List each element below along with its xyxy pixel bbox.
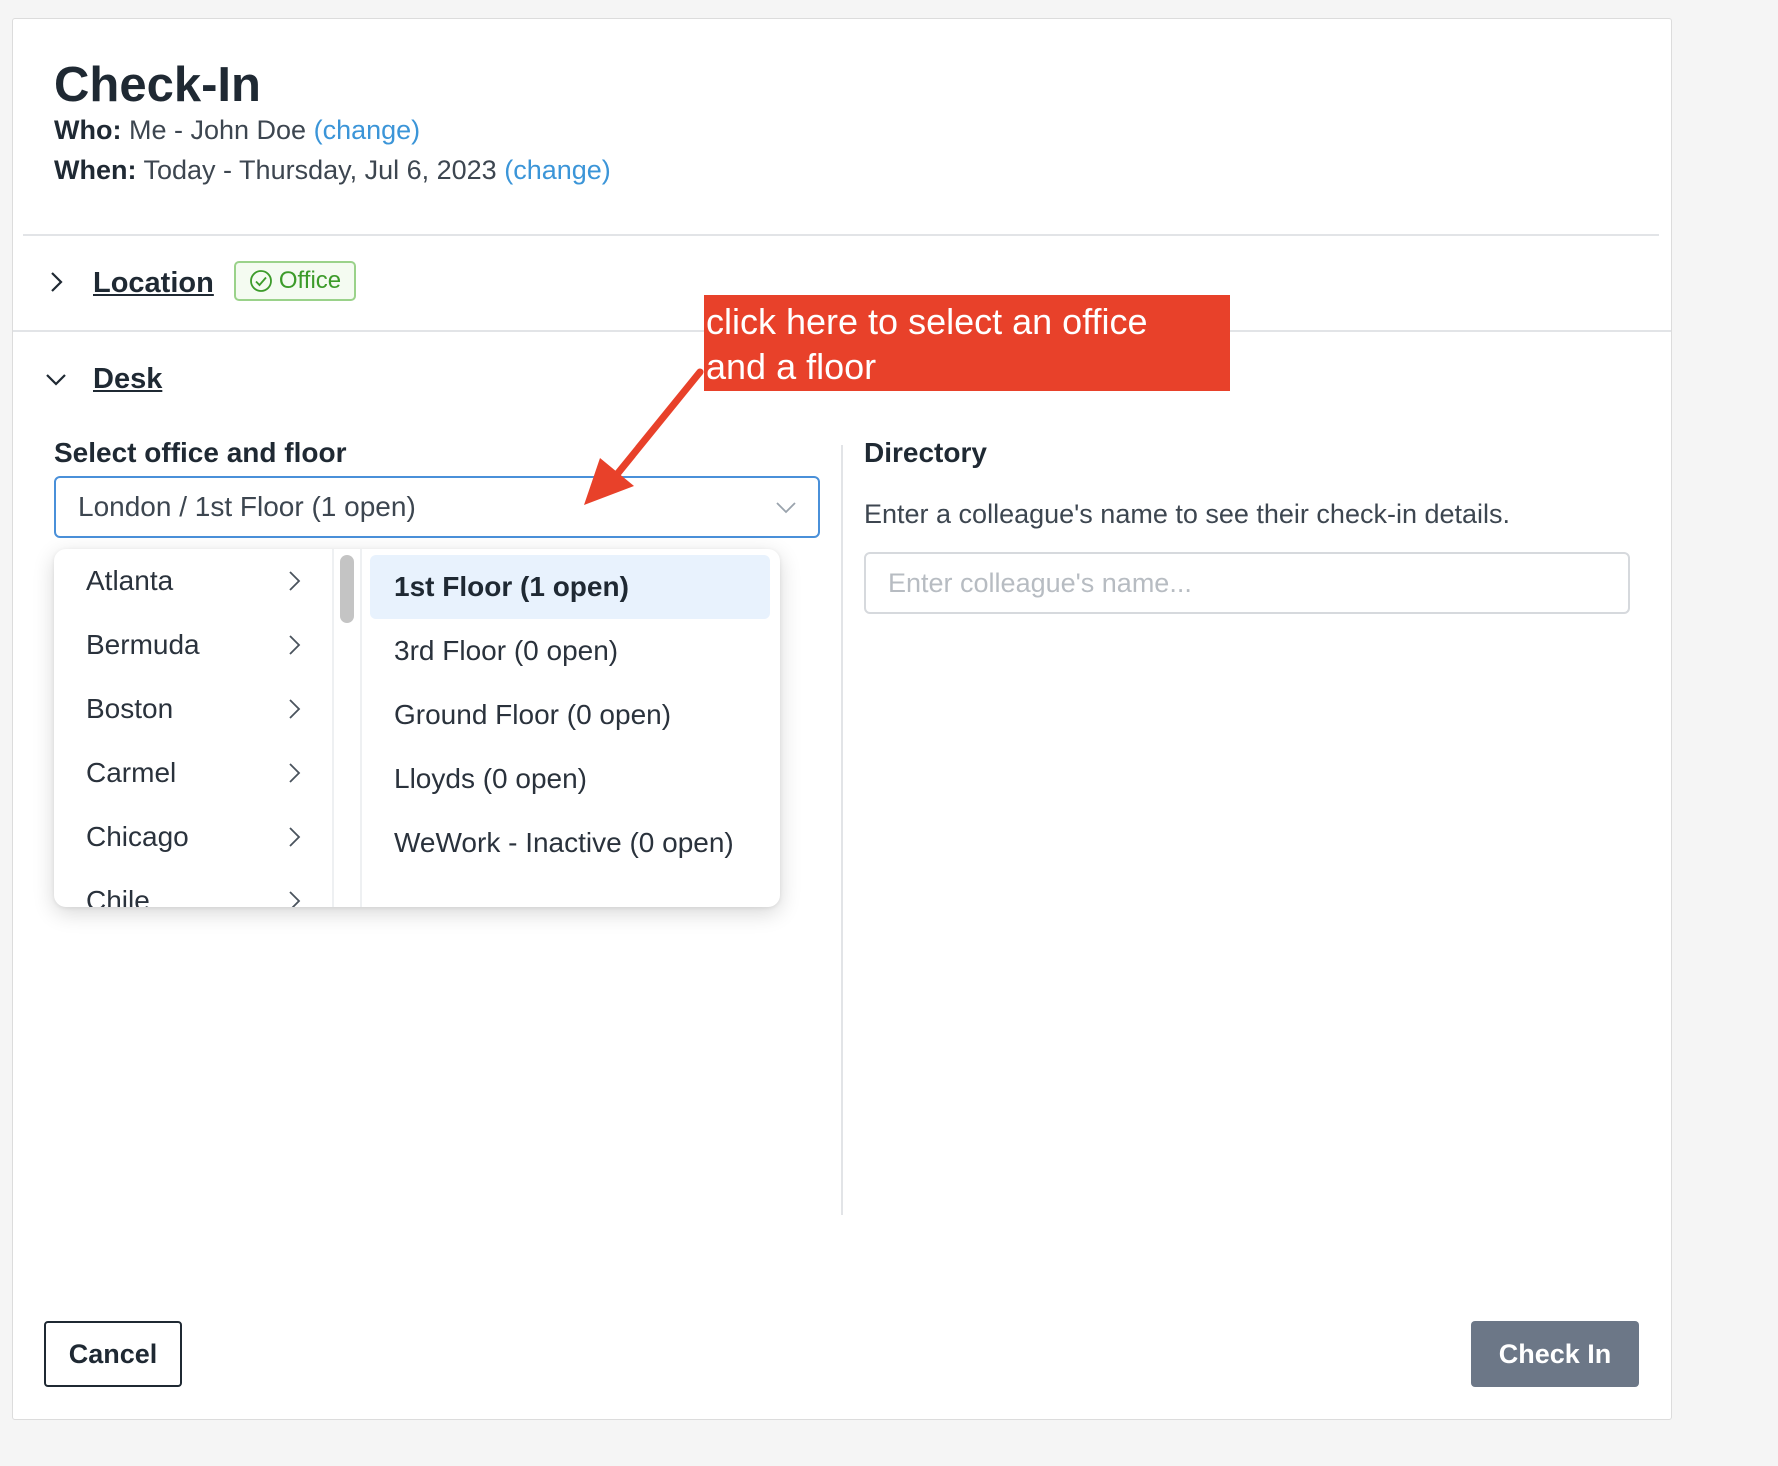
city-option-label: Chicago bbox=[86, 821, 189, 852]
chevron-right-icon bbox=[289, 763, 301, 783]
select-office-label: Select office and floor bbox=[54, 437, 347, 468]
annotation-line-1: click here to select an office bbox=[706, 301, 1148, 342]
check-in-button[interactable]: Check In bbox=[1471, 1321, 1639, 1387]
floor-option[interactable]: 3rd Floor (0 open) bbox=[370, 619, 770, 683]
cancel-button[interactable]: Cancel bbox=[44, 1321, 182, 1387]
city-option[interactable]: Atlanta bbox=[54, 549, 332, 613]
check-circle-icon bbox=[249, 270, 272, 292]
chevron-right-icon[interactable] bbox=[43, 269, 69, 295]
chevron-right-icon bbox=[289, 699, 301, 719]
when-label: When: bbox=[54, 155, 137, 185]
directory-heading: Directory bbox=[864, 437, 987, 468]
badge-label: Office bbox=[278, 267, 342, 294]
city-option[interactable]: Chicago bbox=[54, 805, 332, 869]
chevron-down-icon[interactable] bbox=[43, 366, 69, 392]
location-status-badge: Office bbox=[234, 261, 356, 301]
header-divider bbox=[23, 234, 1659, 236]
change-when-link[interactable]: (change) bbox=[504, 155, 611, 185]
page-title: Check-In bbox=[54, 58, 261, 112]
who-value: Me - John Doe bbox=[128, 115, 307, 145]
office-floor-value: London / 1st Floor (1 open) bbox=[78, 491, 416, 522]
chevron-right-icon bbox=[289, 635, 301, 655]
floor-option-selected[interactable]: 1st Floor (1 open) bbox=[370, 555, 770, 619]
change-who-link[interactable]: (change) bbox=[314, 115, 421, 145]
chevron-down-icon bbox=[776, 502, 796, 514]
when-value: Today - Thursday, Jul 6, 2023 bbox=[143, 155, 497, 185]
desk-section-toggle[interactable]: Desk bbox=[93, 363, 162, 396]
city-option-label: Atlanta bbox=[86, 565, 174, 596]
who-label: Who: bbox=[54, 115, 122, 145]
annotation-callout: click here to select an office and a flo… bbox=[704, 295, 1230, 391]
city-option-label: Bermuda bbox=[86, 629, 200, 660]
chevron-right-icon bbox=[289, 571, 301, 591]
scrollbar-thumb[interactable] bbox=[340, 555, 354, 623]
annotation-line-2: and a floor bbox=[706, 346, 877, 387]
column-divider bbox=[841, 445, 843, 1215]
check-in-panel: Check-In Who: Me - John Doe (change) Whe… bbox=[12, 18, 1672, 1420]
floor-option[interactable]: Lloyds (0 open) bbox=[370, 747, 770, 811]
city-list: Atlanta Bermuda Boston Carmel Chicago Chile bbox=[54, 549, 334, 907]
location-section-toggle[interactable]: Location bbox=[93, 267, 214, 300]
floor-option[interactable]: Ground Floor (0 open) bbox=[370, 683, 770, 747]
chevron-right-icon bbox=[289, 891, 301, 907]
city-option-label: Boston bbox=[86, 693, 174, 724]
floor-list: 1st Floor (1 open) 3rd Floor (0 open) Grou… bbox=[370, 555, 770, 875]
directory-description: Enter a colleague's name to see their ch… bbox=[864, 499, 1511, 529]
colleague-search-input[interactable] bbox=[864, 552, 1630, 614]
city-option[interactable]: Chile bbox=[54, 869, 332, 907]
city-option-label: Carmel bbox=[86, 757, 177, 788]
city-option[interactable]: Carmel bbox=[54, 741, 332, 805]
city-option-label: Chile bbox=[86, 885, 150, 907]
office-floor-dropdown: Atlanta Bermuda Boston Carmel Chicago Chile 1… bbox=[54, 549, 780, 907]
office-floor-select[interactable]: London / 1st Floor (1 open) bbox=[54, 476, 820, 538]
chevron-right-icon bbox=[289, 827, 301, 847]
city-option[interactable]: Boston bbox=[54, 677, 332, 741]
who-row: Who: Me - John Doe (change) bbox=[54, 115, 420, 146]
city-list-scrollbar[interactable] bbox=[334, 549, 362, 907]
floor-option[interactable]: WeWork - Inactive (0 open) bbox=[370, 811, 770, 875]
city-option[interactable]: Bermuda bbox=[54, 613, 332, 677]
when-row: When: Today - Thursday, Jul 6, 2023 (cha… bbox=[54, 155, 611, 186]
